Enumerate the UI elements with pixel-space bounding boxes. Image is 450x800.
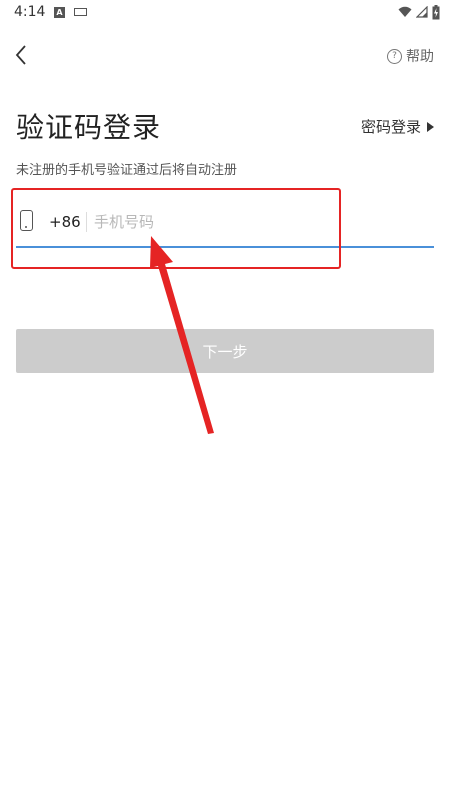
keyboard-icon bbox=[74, 8, 87, 16]
mobile-phone-icon bbox=[20, 210, 33, 231]
country-code[interactable]: +86 bbox=[49, 213, 81, 231]
status-bar: 4:14 A bbox=[0, 0, 450, 26]
question-circle-icon: ? bbox=[387, 48, 402, 64]
wifi-icon bbox=[398, 6, 412, 17]
password-login-label: 密码登录 bbox=[360, 118, 421, 136]
page-title: 验证码登录 bbox=[16, 111, 162, 144]
input-underline bbox=[16, 246, 434, 248]
next-step-button[interactable]: 下一步 bbox=[16, 329, 434, 373]
auto-register-hint: 未注册的手机号验证通过后将自动注册 bbox=[16, 163, 238, 178]
system-icons bbox=[398, 4, 440, 20]
battery-charging-icon bbox=[432, 4, 440, 19]
back-button[interactable] bbox=[10, 42, 34, 68]
divider bbox=[86, 212, 87, 232]
phone-input-row: +86 bbox=[16, 200, 434, 248]
status-time: 4:14 bbox=[14, 4, 46, 20]
phone-number-input[interactable] bbox=[94, 208, 424, 236]
app-a-icon: A bbox=[54, 7, 65, 18]
triangle-right-icon bbox=[427, 121, 434, 132]
help-label: 帮助 bbox=[406, 49, 434, 65]
signal-icon bbox=[416, 6, 428, 18]
help-button[interactable]: ? 帮助 bbox=[387, 46, 434, 66]
password-login-link[interactable]: 密码登录 bbox=[361, 116, 434, 137]
back-chevron-icon bbox=[15, 45, 26, 65]
